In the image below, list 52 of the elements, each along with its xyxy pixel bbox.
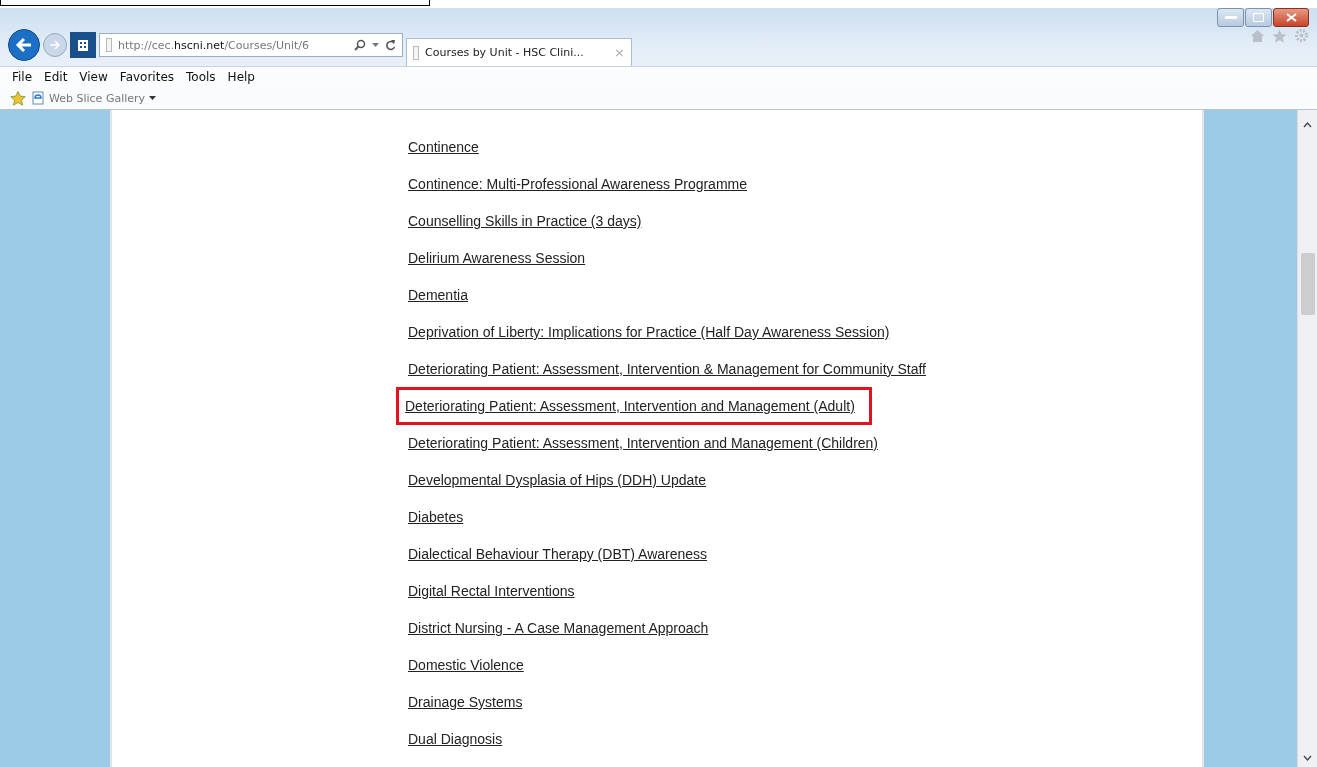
menu-item[interactable]: Tools: [180, 70, 222, 84]
course-link[interactable]: Dual Diagnosis: [408, 730, 503, 748]
browser-tab[interactable]: Courses by Unit - HSC Clini... ×: [406, 38, 632, 66]
menu-item[interactable]: Favorites: [113, 70, 181, 84]
scroll-up-icon[interactable]: [1303, 122, 1312, 128]
close-button[interactable]: [1273, 8, 1309, 27]
page-icon: [106, 38, 112, 52]
maximize-icon: [1253, 13, 1264, 22]
web-slice-icon: [32, 91, 45, 105]
star-icon[interactable]: [1272, 28, 1287, 43]
course-link[interactable]: Deteriorating Patient: Assessment, Intervention & Management for Community Staff: [408, 360, 926, 378]
caret-icon: [149, 96, 157, 100]
menu-item[interactable]: View: [73, 70, 114, 84]
refresh-icon[interactable]: [385, 39, 396, 51]
tab-title: Courses by Unit - HSC Clini...: [425, 46, 585, 59]
course-link[interactable]: Deprivation of Liberty: Implications for Practice (Half Day Awareness Session): [408, 323, 890, 341]
course-link[interactable]: Domestic Violence: [408, 656, 524, 674]
url-text: http://cec.hscni.net/Courses/Unit/6: [118, 38, 311, 52]
scroll-down-icon[interactable]: [1303, 755, 1312, 761]
search-icon[interactable]: [354, 39, 366, 51]
scroll-thumb[interactable]: [1300, 253, 1315, 315]
favorites-link[interactable]: Web Slice Gallery: [32, 91, 157, 105]
menu-item[interactable]: File: [6, 70, 39, 84]
scrollbar[interactable]: [1297, 110, 1317, 767]
course-link[interactable]: Continence: [408, 138, 479, 156]
dropdown-icon[interactable]: [372, 43, 379, 47]
course-link[interactable]: Developmental Dysplasia of Hips (DDH) Update: [408, 471, 706, 489]
minimize-icon: [1224, 15, 1237, 20]
address-bar[interactable]: http://cec.hscni.net/Courses/Unit/6: [99, 33, 403, 57]
back-button[interactable]: [8, 29, 40, 61]
course-link[interactable]: District Nursing - A Case Management Approach: [408, 619, 709, 637]
page-icon: [413, 45, 419, 60]
menu-item[interactable]: Edit: [38, 70, 74, 84]
favorites-star-icon[interactable]: [10, 90, 26, 106]
maximize-button[interactable]: [1245, 8, 1272, 27]
building-icon: [76, 38, 90, 52]
forward-button[interactable]: [43, 33, 67, 57]
course-link[interactable]: Drainage Systems: [408, 693, 523, 711]
course-link[interactable]: Digital Rectal Interventions: [408, 582, 575, 600]
course-link[interactable]: Counselling Skills in Practice (3 days): [408, 212, 642, 230]
close-icon: [1285, 13, 1297, 22]
course-link[interactable]: Dementia: [408, 286, 468, 304]
course-link[interactable]: Diabetes: [408, 508, 464, 526]
course-link[interactable]: Continence: Multi-Professional Awareness Programme: [408, 175, 747, 193]
forward-arrow-icon: [49, 40, 61, 50]
back-arrow-icon: [15, 37, 33, 53]
minimize-button[interactable]: [1217, 8, 1244, 27]
menu-item[interactable]: Help: [221, 70, 261, 84]
course-link[interactable]: Deteriorating Patient: Assessment, Intervention and Management (Adult): [399, 390, 869, 422]
course-link[interactable]: Delirium Awareness Session: [408, 249, 586, 267]
course-link[interactable]: Deteriorating Patient: Assessment, Intervention and Management (Children): [408, 434, 879, 452]
course-link[interactable]: Dialectical Behaviour Therapy (DBT) Awareness: [408, 545, 708, 563]
